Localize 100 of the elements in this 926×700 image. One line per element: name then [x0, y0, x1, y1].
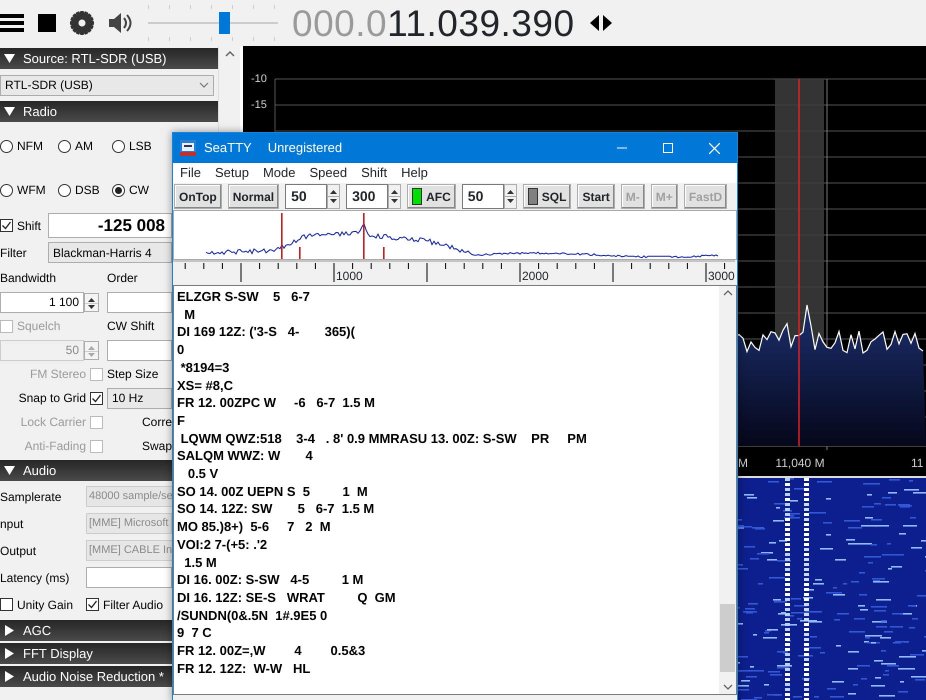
window-subtitle: Unregistered — [268, 139, 344, 158]
triangle-icon[interactable] — [4, 671, 15, 682]
number-field[interactable]: 300 — [346, 184, 388, 209]
decoded-text-line: FR 12. 00ZPC W -6 6-7 1.5 M — [177, 394, 376, 412]
indicator-label: SQL — [542, 188, 566, 206]
triangle-icon[interactable] — [4, 648, 15, 659]
checkbox[interactable] — [90, 392, 103, 404]
checkbox-label: Shift — [17, 218, 42, 234]
window-title: SeaTTY — [204, 139, 252, 158]
spin-buttons[interactable] — [327, 184, 340, 209]
radio-button[interactable] — [58, 140, 71, 152]
decoded-text-line: SO 14. 00Z UEPN S 5 1 M — [177, 482, 369, 500]
decoded-text-line: VOI:2 7-(+5: .'2 — [177, 536, 268, 554]
input-field[interactable] — [86, 567, 172, 588]
scrollbar[interactable] — [719, 286, 736, 694]
triangle-icon[interactable] — [4, 106, 15, 117]
checkbox-label: Unity Gain — [17, 596, 74, 614]
radio-button[interactable] — [112, 184, 125, 196]
spin-buttons[interactable] — [388, 184, 402, 209]
field-label: Filter — [0, 244, 28, 262]
dropdown[interactable]: RTL-SDR (USB) — [0, 74, 214, 96]
dropdown[interactable]: Blackman-Harris 4 — [48, 242, 172, 263]
close-icon[interactable] — [708, 142, 720, 154]
number-field[interactable]: 50 — [462, 184, 504, 209]
app-icon — [180, 140, 196, 156]
checkbox[interactable] — [0, 598, 13, 611]
dropdown[interactable]: 10 Hz — [107, 388, 172, 408]
decoded-text-line: DI 16. 00Z: S-SW 4-5 1 M — [177, 571, 364, 589]
radio-label: LSB — [129, 138, 152, 155]
number-field[interactable]: 50 — [285, 184, 328, 209]
toggle-button[interactable]: AFC — [407, 184, 456, 209]
toolbar-button[interactable]: Start — [577, 184, 615, 209]
decoded-text-line: FR 12. 00Z=,W 4 0.5&3 — [177, 642, 366, 660]
triangle-icon[interactable] — [4, 625, 15, 636]
radio-button[interactable] — [0, 140, 13, 152]
checkbox[interactable] — [0, 219, 13, 232]
decoded-text-line: MO 85.)8+) 5-6 7 2 M — [177, 518, 332, 536]
checkbox-label: Snap to Grid — [18, 390, 86, 407]
checkbox-label: Anti-Fading — [24, 438, 86, 455]
field-label: Samplerate — [0, 488, 62, 506]
field-label: Swap — [140, 438, 172, 455]
radio-label: AM — [75, 138, 93, 155]
section-title[interactable]: AGC — [23, 620, 52, 640]
decoded-text-line: F — [177, 412, 186, 430]
indicator-label: AFC — [426, 188, 451, 206]
decoded-text-line: /SUNDN(0&.5N 1#.9E5 0 — [177, 606, 328, 624]
triangle-icon[interactable] — [4, 465, 15, 476]
menu-item[interactable]: Mode — [256, 163, 302, 183]
left-right-arrows-icon[interactable] — [588, 14, 613, 32]
radio-label: WFM — [17, 182, 46, 199]
menu-icon[interactable] — [0, 12, 24, 34]
radio-button[interactable] — [112, 140, 125, 152]
scroll-thumb[interactable] — [720, 604, 735, 672]
triangle-icon[interactable] — [4, 53, 15, 64]
input-field[interactable] — [107, 292, 172, 312]
settings-icon[interactable] — [70, 11, 94, 35]
maximize-icon[interactable] — [663, 143, 673, 153]
checkbox[interactable] — [86, 598, 99, 611]
radio-button[interactable] — [0, 184, 13, 196]
decoded-text-line: M — [183, 306, 196, 324]
field-label: nput — [0, 516, 24, 532]
decoded-text-line: DI 16. 12Z: SE-S WRAT Q GM — [177, 588, 397, 607]
menu-item[interactable]: Setup — [208, 163, 256, 183]
section-title[interactable]: Audio — [23, 460, 56, 480]
checkbox-label: Filter Audio — [103, 596, 164, 614]
decoded-text-line: 9 7 C — [177, 624, 213, 642]
decoded-text-line: LQWM QWZ:518 3-4 . 8' 0.9 MMRASU 13. 00Z: S-SW PR PM — [180, 430, 588, 448]
decoded-text-line: SALQM WWZ: W 4 — [177, 447, 314, 466]
menu-item[interactable]: File — [173, 163, 208, 183]
decoded-text-line: *8194=3 — [180, 358, 230, 377]
checkbox-label: Lock Carrier — [20, 414, 86, 431]
decoded-text-line: DI 169 12Z: ('3-S 4- 365)( — [177, 323, 356, 342]
input-field[interactable] — [107, 340, 172, 360]
number-field[interactable]: -125 008 — [48, 213, 172, 238]
field-label: Corre — [140, 414, 172, 431]
toolbar-button[interactable]: Normal — [228, 184, 280, 209]
section-title[interactable]: FFT Display — [23, 644, 93, 664]
scale-label: 1000 — [336, 269, 363, 283]
scroll-up-icon[interactable] — [224, 50, 234, 58]
toggle-button[interactable]: SQL — [522, 184, 572, 209]
decoded-text-line: 1.5 M — [183, 554, 218, 572]
toolbar-button[interactable]: OnTop — [174, 184, 222, 209]
menu-item[interactable]: Shift — [354, 163, 394, 183]
checkbox-label: FM Stereo — [30, 366, 86, 383]
spin-buttons[interactable] — [504, 184, 517, 209]
axis-label: -15 — [251, 99, 267, 111]
radio-label: DSB — [75, 182, 100, 199]
menu-item[interactable]: Speed — [302, 163, 354, 183]
number-field[interactable]: 1 100 — [0, 292, 84, 312]
axis-label: -10 — [251, 73, 267, 85]
section-title[interactable]: Radio — [23, 102, 57, 122]
decoded-text-line: XS= #8,C — [177, 376, 234, 394]
menu-item[interactable]: Help — [394, 163, 435, 183]
decoded-text-line: FR 12. 12Z: W-W HL — [177, 660, 312, 678]
speaker-icon[interactable] — [108, 12, 134, 34]
field-label: Bandwidth — [0, 270, 58, 287]
radio-button[interactable] — [58, 184, 71, 196]
frequency-display[interactable]: 11.039.390 — [387, 4, 575, 42]
spin-buttons[interactable] — [84, 292, 99, 312]
decoded-text-line: 0.5 V — [186, 465, 220, 483]
